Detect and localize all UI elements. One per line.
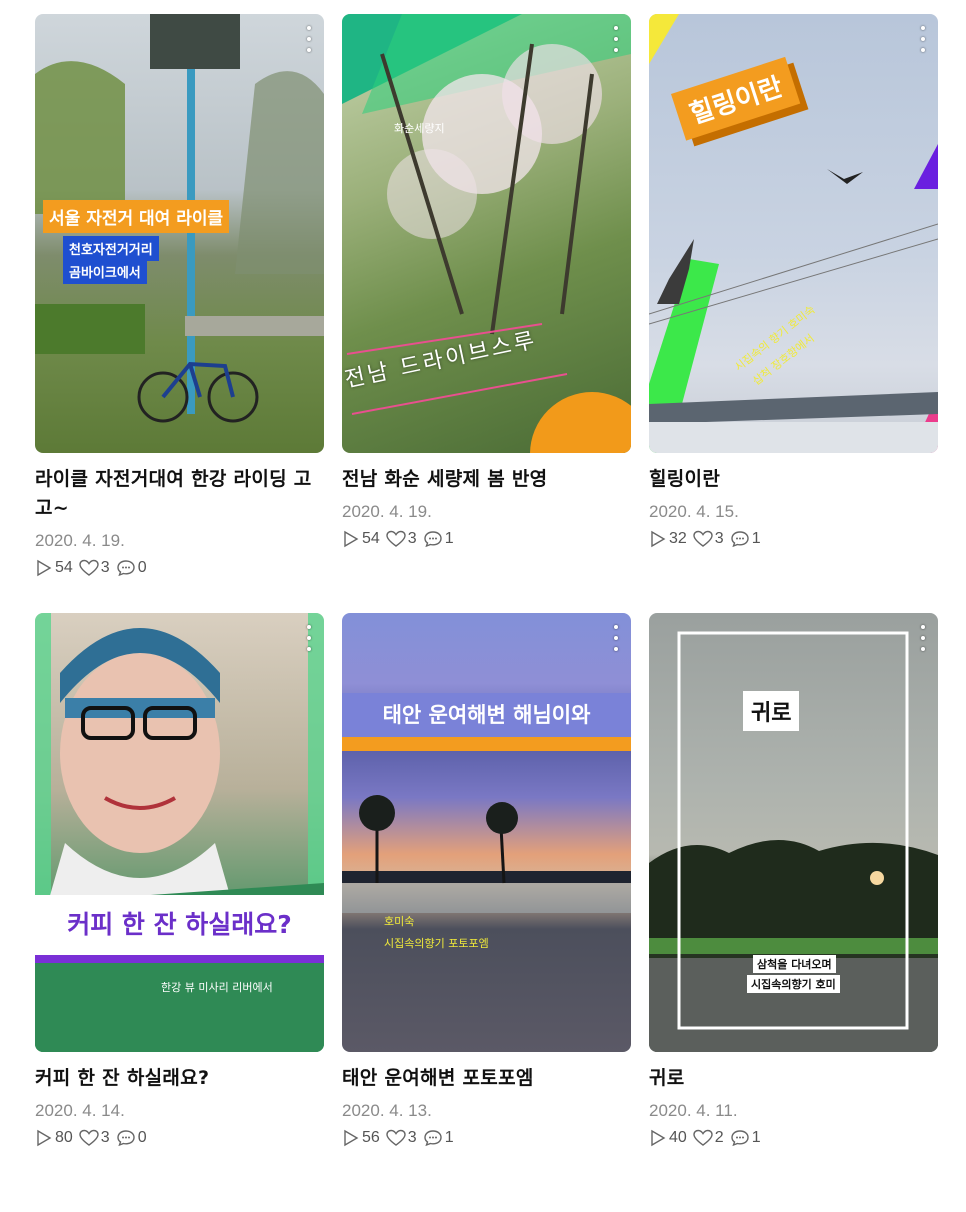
video-card[interactable]: 화순세량지 전남 드라이브스루 전남 화순 세량제 봄 반영 2020. 4. … <box>342 14 631 613</box>
comment-count: 0 <box>116 1129 147 1147</box>
comment-count: 0 <box>116 559 147 577</box>
video-thumbnail[interactable]: 태안 운여해변 해님이와 호미숙 시집속의향기 포토포엠 <box>342 613 631 1052</box>
thumbnail-scene <box>649 14 938 453</box>
overlay-headline: 서울 자전거 대여 라이클 <box>43 200 230 233</box>
video-stats: 80 3 0 <box>35 1129 324 1147</box>
comment-count: 1 <box>423 1129 454 1147</box>
video-thumbnail[interactable]: 힐링이란 시집속의 향기 호미숙 삽척 장호항에서 <box>649 14 938 453</box>
overlay-sub1: 삼척을 다녀오며 <box>753 955 836 973</box>
play-icon <box>344 1129 359 1147</box>
more-vertical-icon[interactable] <box>613 26 619 52</box>
play-icon <box>37 1129 52 1147</box>
video-title[interactable]: 라이클 자전거대여 한강 라이딩 고고~ <box>35 465 324 523</box>
like-count: 3 <box>386 1129 417 1147</box>
like-count: 3 <box>386 530 417 548</box>
overlay-headline: 커피 한 잔 하실래요? <box>35 895 324 963</box>
video-title[interactable]: 귀로 <box>649 1064 938 1093</box>
video-title[interactable]: 힐링이란 <box>649 465 938 494</box>
like-count: 3 <box>79 1129 110 1147</box>
thumbnail-scene <box>35 14 324 423</box>
overlay-small: 화순세량지 <box>394 122 445 135</box>
comment-count: 1 <box>730 530 761 548</box>
heart-icon <box>693 530 713 547</box>
play-count: 80 <box>35 1129 73 1147</box>
heart-icon <box>79 1129 99 1146</box>
video-card[interactable]: 귀로 삼척을 다녀오며 시집속의향기 호미 귀로 2020. 4. 11. 40… <box>649 613 938 1212</box>
comment-icon <box>424 531 442 548</box>
thumbnail-scene <box>342 795 631 913</box>
heart-icon <box>693 1129 713 1146</box>
video-stats: 54 3 1 <box>342 530 631 548</box>
like-count: 3 <box>79 559 110 577</box>
video-stats: 54 3 0 <box>35 559 324 577</box>
video-grid: 서울 자전거 대여 라이클 천호자전거거리 곰바이크에서 라이클 자전거대여 한… <box>35 14 938 1212</box>
more-vertical-icon[interactable] <box>613 625 619 651</box>
play-count: 40 <box>649 1129 687 1147</box>
video-title[interactable]: 전남 화순 세량제 봄 반영 <box>342 465 631 494</box>
overlay-sub1: 천호자전거거리 <box>63 236 159 261</box>
comment-icon <box>117 560 135 577</box>
video-thumbnail[interactable]: 서울 자전거 대여 라이클 천호자전거거리 곰바이크에서 <box>35 14 324 453</box>
overlay-sub2: 시집속의향기 포토포엠 <box>384 937 489 950</box>
thumbnail-scene <box>342 14 631 453</box>
video-stats: 32 3 1 <box>649 530 938 548</box>
video-thumbnail[interactable]: 커피 한 잔 하실래요? 한강 뷰 미사리 리버에서 <box>35 613 324 1052</box>
video-card[interactable]: 힐링이란 시집속의 향기 호미숙 삽척 장호항에서 힐링이란 2020. 4. … <box>649 14 938 613</box>
comment-icon <box>731 531 749 548</box>
heart-icon <box>386 1129 406 1146</box>
more-vertical-icon[interactable] <box>920 26 926 52</box>
overlay-sub2: 시집속의향기 호미 <box>747 975 840 993</box>
video-stats: 40 2 1 <box>649 1129 938 1147</box>
video-stats: 56 3 1 <box>342 1129 631 1147</box>
video-thumbnail[interactable]: 귀로 삼척을 다녀오며 시집속의향기 호미 <box>649 613 938 1052</box>
video-card[interactable]: 커피 한 잔 하실래요? 한강 뷰 미사리 리버에서 커피 한 잔 하실래요? … <box>35 613 324 1212</box>
play-count: 56 <box>342 1129 380 1147</box>
video-date: 2020. 4. 11. <box>649 1101 738 1120</box>
more-vertical-icon[interactable] <box>306 625 312 651</box>
video-date: 2020. 4. 14. <box>35 1101 125 1120</box>
comment-icon <box>117 1130 135 1147</box>
play-icon <box>344 530 359 548</box>
comment-count: 1 <box>730 1129 761 1147</box>
overlay-sub1: 한강 뷰 미사리 리버에서 <box>161 981 273 994</box>
video-card[interactable]: 서울 자전거 대여 라이클 천호자전거거리 곰바이크에서 라이클 자전거대여 한… <box>35 14 324 613</box>
overlay-headline: 태안 운여해변 해님이와 <box>342 693 631 751</box>
comment-count: 1 <box>423 530 454 548</box>
heart-icon <box>386 530 406 547</box>
play-count: 54 <box>342 530 380 548</box>
play-icon <box>651 530 666 548</box>
video-date: 2020. 4. 13. <box>342 1101 432 1120</box>
heart-icon <box>79 559 99 576</box>
overlay-sub2: 곰바이크에서 <box>63 259 147 284</box>
video-title[interactable]: 커피 한 잔 하실래요? <box>35 1064 324 1093</box>
comment-icon <box>424 1130 442 1147</box>
overlay-headline: 귀로 <box>743 691 800 731</box>
video-title[interactable]: 태안 운여해변 포토포엠 <box>342 1064 631 1093</box>
comment-icon <box>731 1130 749 1147</box>
video-date: 2020. 4. 15. <box>649 502 739 521</box>
play-count: 32 <box>649 530 687 548</box>
video-date: 2020. 4. 19. <box>35 531 125 550</box>
like-count: 2 <box>693 1129 724 1147</box>
overlay-sub1: 호미숙 <box>384 915 415 928</box>
play-count: 54 <box>35 559 73 577</box>
play-icon <box>651 1129 666 1147</box>
more-vertical-icon[interactable] <box>920 625 926 651</box>
play-icon <box>37 559 52 577</box>
like-count: 3 <box>693 530 724 548</box>
more-vertical-icon[interactable] <box>306 26 312 52</box>
video-card[interactable]: 태안 운여해변 해님이와 호미숙 시집속의향기 포토포엠 태안 운여해변 포토포… <box>342 613 631 1212</box>
video-thumbnail[interactable]: 화순세량지 전남 드라이브스루 <box>342 14 631 453</box>
video-date: 2020. 4. 19. <box>342 502 432 521</box>
